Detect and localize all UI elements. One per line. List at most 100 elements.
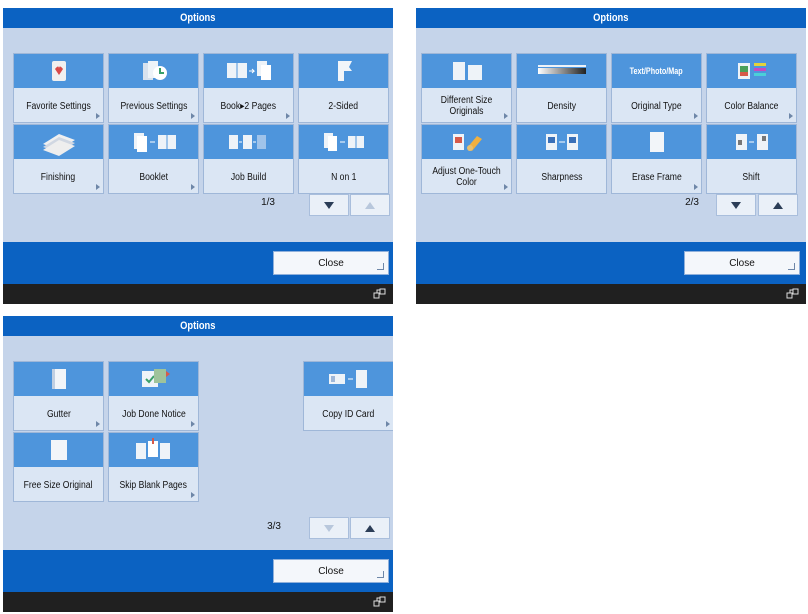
tile-favorite-settings[interactable]: Favorite Settings bbox=[13, 53, 104, 123]
tile-label: Book▸2 Pages bbox=[220, 100, 277, 112]
page-down-button[interactable] bbox=[309, 517, 349, 539]
tile-adjust-one-touch-color[interactable]: Adjust One-Touch Color bbox=[421, 124, 512, 194]
status-bar bbox=[3, 284, 393, 304]
tile-2-sided[interactable]: 2-Sided bbox=[298, 53, 389, 123]
status-bar bbox=[416, 284, 806, 304]
page-up-button[interactable] bbox=[350, 517, 390, 539]
tile-job-done-notice[interactable]: Job Done Notice bbox=[108, 361, 199, 431]
panel-title: Options bbox=[3, 316, 393, 336]
tile-shift[interactable]: Shift bbox=[706, 124, 797, 194]
tile-label: Finishing bbox=[41, 171, 76, 183]
finishing-icon bbox=[42, 134, 75, 156]
close-button[interactable]: Close bbox=[273, 251, 389, 275]
tile-original-type[interactable]: Text/Photo/Map Original Type bbox=[611, 53, 702, 123]
close-label: Close bbox=[729, 257, 755, 269]
network-icon bbox=[786, 288, 799, 299]
tile-label: N on 1 bbox=[330, 171, 357, 183]
tile-skip-blank-pages[interactable]: Skip Blank Pages bbox=[108, 432, 199, 502]
tile-label: Color Balance bbox=[724, 100, 779, 112]
arrow-right-icon bbox=[191, 421, 195, 427]
tile-label: Booklet bbox=[139, 171, 168, 183]
tile-density[interactable]: Density bbox=[516, 53, 607, 123]
arrow-up-icon bbox=[365, 201, 375, 209]
tile-label: Adjust One-Touch Color bbox=[432, 166, 501, 188]
tile-label: Copy ID Card bbox=[322, 408, 375, 420]
tile-sharpness[interactable]: Sharpness bbox=[516, 124, 607, 194]
tile-copy-id-card[interactable]: Copy ID Card bbox=[303, 361, 393, 431]
skip-blank-pages-icon bbox=[135, 438, 170, 459]
tile-color-balance[interactable]: Color Balance bbox=[706, 53, 797, 123]
tile-n-on-1[interactable]: N on 1 bbox=[298, 124, 389, 194]
panel-title: Options bbox=[416, 8, 806, 28]
favorite-settings-icon bbox=[51, 61, 66, 81]
tile-free-size-original[interactable]: Free Size Original bbox=[13, 432, 104, 502]
arrow-down-icon bbox=[731, 201, 741, 209]
tile-label: Shift bbox=[742, 171, 761, 183]
options-panel-page-1: Options Favorite Settings Previous Setti… bbox=[3, 8, 393, 304]
tile-label: Previous Settings bbox=[120, 100, 187, 112]
arrow-right-icon bbox=[694, 184, 698, 190]
close-label: Close bbox=[318, 257, 344, 269]
book-to-2-pages-icon bbox=[226, 61, 271, 80]
tile-previous-settings[interactable]: Previous Settings bbox=[108, 53, 199, 123]
tile-label: 2-Sided bbox=[328, 100, 359, 112]
network-icon bbox=[373, 288, 386, 299]
page-indicator: 3/3 bbox=[267, 521, 281, 532]
density-icon bbox=[537, 65, 586, 74]
arrow-right-icon bbox=[191, 184, 195, 190]
free-size-original-icon bbox=[50, 440, 67, 460]
arrow-right-icon bbox=[191, 113, 195, 119]
tile-label: Erase Frame bbox=[631, 171, 682, 183]
tile-label: Density bbox=[547, 100, 576, 112]
page-down-button[interactable] bbox=[716, 194, 756, 216]
original-type-icon: Text/Photo/Map bbox=[629, 66, 684, 76]
arrow-down-icon bbox=[324, 201, 334, 209]
shift-icon bbox=[735, 134, 768, 150]
tile-label: Sharpness bbox=[540, 171, 583, 183]
page-up-button[interactable] bbox=[350, 194, 390, 216]
tile-label: Skip Blank Pages bbox=[119, 479, 188, 491]
options-panel-page-2: Options Different Size Originals Density… bbox=[416, 8, 806, 304]
tile-booklet[interactable]: Booklet bbox=[108, 124, 199, 194]
arrow-down-icon bbox=[324, 524, 334, 532]
arrow-right-icon bbox=[504, 184, 508, 190]
copy-id-card-icon bbox=[328, 370, 367, 388]
tile-job-build[interactable]: Job Build bbox=[203, 124, 294, 194]
arrow-right-icon bbox=[96, 113, 100, 119]
arrow-right-icon bbox=[386, 421, 390, 427]
arrow-right-icon bbox=[96, 421, 100, 427]
arrow-right-icon bbox=[694, 113, 698, 119]
arrow-up-icon bbox=[365, 524, 375, 532]
tile-finishing[interactable]: Finishing bbox=[13, 124, 104, 194]
network-icon bbox=[373, 596, 386, 607]
tile-label: Job Build bbox=[230, 171, 267, 183]
tile-gutter[interactable]: Gutter bbox=[13, 361, 104, 431]
page-indicator: 2/3 bbox=[685, 197, 699, 208]
page-indicator: 1/3 bbox=[261, 197, 275, 208]
arrow-right-icon bbox=[789, 113, 793, 119]
tile-label: Favorite Settings bbox=[26, 100, 91, 112]
tile-different-size-originals[interactable]: Different Size Originals bbox=[421, 53, 512, 123]
arrow-right-icon bbox=[286, 113, 290, 119]
tile-label: Free Size Original bbox=[24, 479, 93, 491]
n-on-1-icon bbox=[323, 133, 364, 151]
previous-settings-icon bbox=[142, 61, 167, 80]
page-up-button[interactable] bbox=[758, 194, 798, 216]
erase-frame-icon bbox=[649, 132, 664, 152]
tile-label: Original Type bbox=[631, 100, 682, 112]
job-build-icon bbox=[228, 135, 266, 149]
arrow-right-icon bbox=[504, 113, 508, 119]
arrow-right-icon bbox=[96, 184, 100, 190]
close-button[interactable]: Close bbox=[684, 251, 800, 275]
adjust-one-touch-color-icon bbox=[452, 134, 482, 151]
tile-erase-frame[interactable]: Erase Frame bbox=[611, 124, 702, 194]
close-label: Close bbox=[318, 565, 344, 577]
page-down-button[interactable] bbox=[309, 194, 349, 216]
different-size-originals-icon bbox=[452, 62, 482, 80]
sharpness-icon bbox=[545, 134, 578, 150]
two-sided-icon bbox=[337, 61, 352, 81]
close-button[interactable]: Close bbox=[273, 559, 389, 583]
gutter-icon bbox=[51, 369, 66, 389]
job-done-notice-icon bbox=[141, 369, 170, 387]
tile-book-2-pages[interactable]: Book▸2 Pages bbox=[203, 53, 294, 123]
